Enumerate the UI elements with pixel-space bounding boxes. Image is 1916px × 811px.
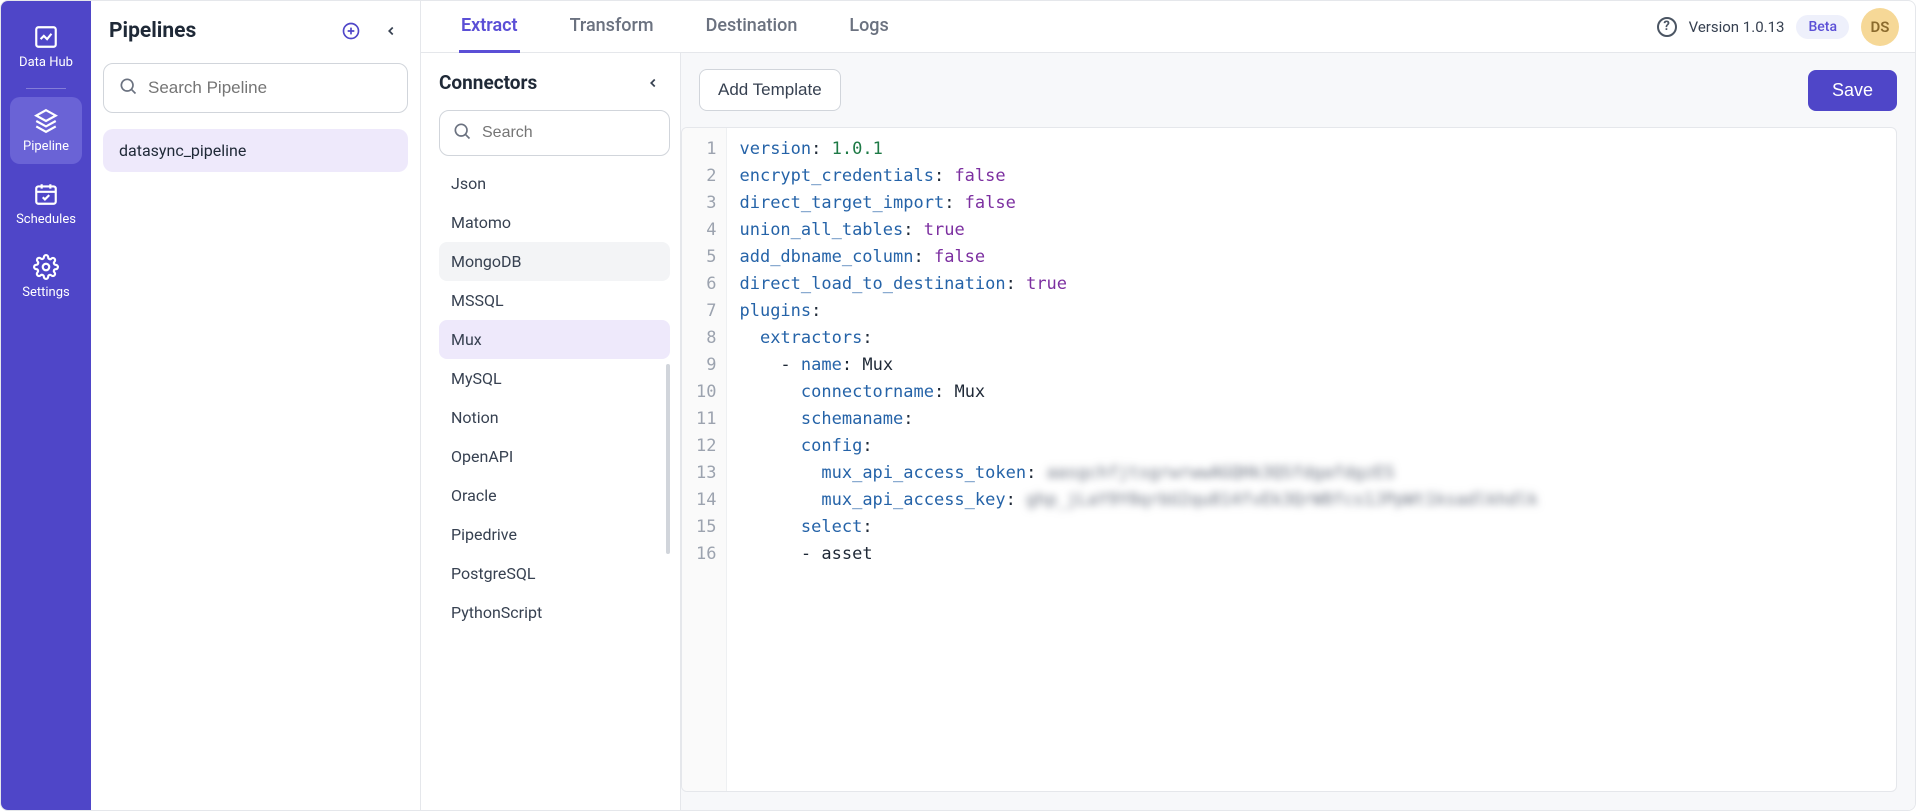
connector-item[interactable]: MongoDB: [439, 242, 670, 281]
save-button[interactable]: Save: [1808, 70, 1897, 111]
tab-logs[interactable]: Logs: [847, 1, 890, 53]
pipelines-panel: Pipelines datasync_pipeline: [91, 1, 421, 810]
tab-transform[interactable]: Transform: [568, 1, 656, 53]
connectors-panel: Connectors JsonMatomoMongoDBMSSQLMuxMySQ…: [421, 53, 681, 810]
connector-item[interactable]: Notion: [439, 398, 670, 437]
help-icon[interactable]: ?: [1657, 17, 1677, 37]
nav-item-schedules[interactable]: Schedules: [10, 170, 82, 237]
collapse-pipelines-button[interactable]: [380, 20, 402, 42]
add-template-button[interactable]: Add Template: [699, 69, 841, 111]
connector-item[interactable]: PostgreSQL: [439, 554, 670, 593]
connector-item[interactable]: Matomo: [439, 203, 670, 242]
connector-item[interactable]: MSSQL: [439, 281, 670, 320]
connector-item[interactable]: Mux: [439, 320, 670, 359]
code-content[interactable]: version: 1.0.1encrypt_credentials: false…: [727, 128, 1549, 791]
scrollbar[interactable]: [666, 364, 670, 554]
pipelines-title: Pipelines: [109, 19, 196, 43]
nav-label: Data Hub: [19, 55, 73, 70]
add-pipeline-button[interactable]: [340, 20, 362, 42]
connector-item[interactable]: PythonScript: [439, 593, 670, 632]
connector-item[interactable]: Json: [439, 164, 670, 203]
version-text: Version 1.0.13: [1689, 18, 1785, 36]
code-editor[interactable]: 12345678910111213141516 version: 1.0.1en…: [681, 127, 1897, 792]
connector-item[interactable]: OpenAPI: [439, 437, 670, 476]
tab-destination[interactable]: Destination: [704, 1, 800, 53]
chart-icon: [32, 23, 60, 51]
nav-item-pipeline[interactable]: Pipeline: [10, 97, 82, 164]
search-icon: [452, 121, 472, 145]
connectors-search-input[interactable]: [482, 124, 689, 142]
avatar[interactable]: DS: [1861, 8, 1899, 46]
calendar-icon: [32, 180, 60, 208]
beta-badge: Beta: [1796, 15, 1849, 39]
collapse-connectors-button[interactable]: [642, 72, 664, 94]
tab-extract[interactable]: Extract: [459, 1, 520, 53]
connector-item[interactable]: Oracle: [439, 476, 670, 515]
connector-item[interactable]: MySQL: [439, 359, 670, 398]
nav-item-datahub[interactable]: Data Hub: [10, 13, 82, 80]
pipeline-item[interactable]: datasync_pipeline: [103, 129, 408, 172]
connectors-list[interactable]: JsonMatomoMongoDBMSSQLMuxMySQLNotionOpen…: [439, 164, 670, 632]
topbar: Extract Transform Destination Logs ? Ver…: [421, 1, 1915, 53]
gear-icon: [32, 253, 60, 281]
nav-rail: Data Hub Pipeline Schedules Settings: [1, 1, 91, 810]
search-icon: [118, 76, 138, 100]
editor-panel: Add Template Save 1234567891011121314151…: [681, 53, 1915, 810]
connectors-title: Connectors: [439, 71, 537, 94]
tabs: Extract Transform Destination Logs: [459, 1, 891, 53]
pipeline-list: datasync_pipeline: [103, 129, 408, 172]
divider: [26, 88, 66, 89]
nav-label: Schedules: [16, 212, 76, 227]
connector-item[interactable]: Pipedrive: [439, 515, 670, 554]
nav-label: Pipeline: [23, 139, 69, 154]
nav-label: Settings: [22, 285, 69, 300]
line-gutter: 12345678910111213141516: [682, 128, 727, 791]
layers-icon: [32, 107, 60, 135]
nav-item-settings[interactable]: Settings: [10, 243, 82, 310]
pipeline-search[interactable]: [103, 63, 408, 113]
pipeline-search-input[interactable]: [148, 78, 393, 98]
connectors-search[interactable]: [439, 110, 670, 156]
